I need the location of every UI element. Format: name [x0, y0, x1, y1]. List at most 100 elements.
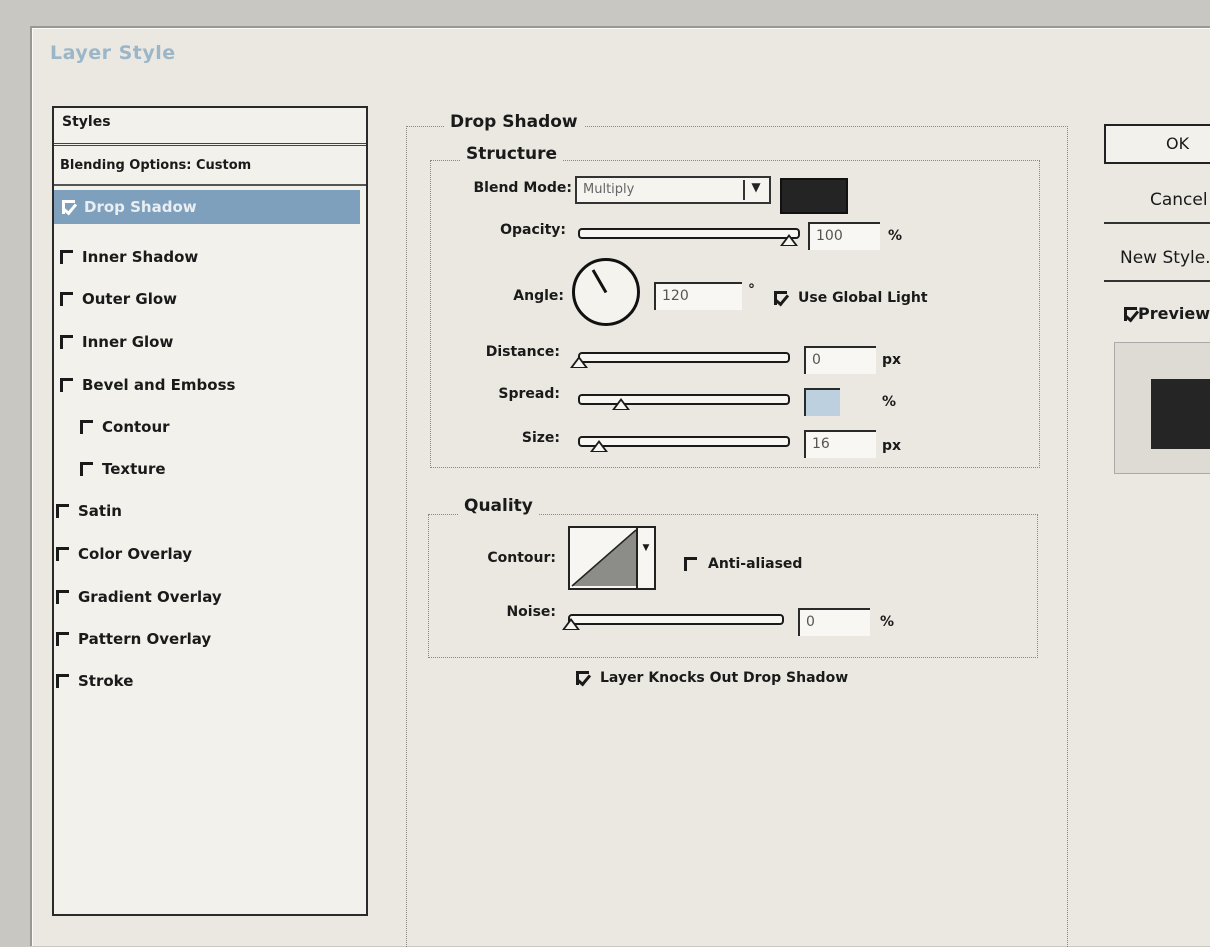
style-item-label: Bevel and Emboss: [82, 376, 236, 394]
opacity-input[interactable]: 100: [808, 222, 880, 250]
opacity-slider-thumb[interactable]: [780, 234, 798, 246]
use-global-light-checkbox[interactable]: Use Global Light: [773, 290, 928, 307]
spread-input[interactable]: [804, 388, 840, 416]
blend-mode-label: Blend Mode:: [473, 180, 573, 196]
style-item-bevel-and-emboss[interactable]: Bevel and Emboss: [60, 376, 235, 394]
style-item-drop-shadow[interactable]: Drop Shadow: [54, 190, 360, 224]
angle-input[interactable]: 120: [654, 282, 742, 310]
drop-shadow-title: Drop Shadow: [444, 112, 584, 132]
checkbox-drop-shadow[interactable]: [61, 199, 78, 216]
style-item-label: Gradient Overlay: [78, 588, 222, 606]
checkbox-color-overlay[interactable]: [56, 547, 70, 561]
layer-knocks-out-checkbox[interactable]: Layer Knocks Out Drop Shadow: [575, 670, 849, 687]
structure-group: [430, 160, 1040, 468]
size-label: Size:: [521, 430, 560, 446]
cancel-button[interactable]: Cancel: [1104, 190, 1210, 224]
style-item-label: Drop Shadow: [84, 198, 197, 216]
checkbox-inner-shadow[interactable]: [60, 250, 74, 264]
chevron-down-icon: ▼: [743, 180, 767, 200]
style-item-inner-shadow[interactable]: Inner Shadow: [60, 248, 198, 266]
blending-options-item[interactable]: Blending Options: Custom: [54, 146, 366, 186]
size-slider[interactable]: [578, 436, 790, 447]
quality-title: Quality: [458, 496, 539, 516]
preview-thumbnail: [1114, 342, 1210, 474]
size-unit: px: [882, 438, 902, 454]
style-item-inner-glow[interactable]: Inner Glow: [60, 333, 173, 351]
checkbox-outer-glow[interactable]: [60, 292, 74, 306]
layer-knocks-out-label: Layer Knocks Out Drop Shadow: [600, 670, 849, 686]
spread-slider[interactable]: [578, 394, 790, 405]
style-item-gradient-overlay[interactable]: Gradient Overlay: [56, 588, 222, 606]
shadow-color-swatch[interactable]: [780, 178, 848, 214]
style-item-label: Pattern Overlay: [78, 630, 212, 648]
checkbox-inner-glow[interactable]: [60, 335, 74, 349]
anti-aliased-label: Anti-aliased: [708, 556, 803, 572]
styles-header[interactable]: Styles: [54, 108, 366, 146]
use-global-light-label: Use Global Light: [798, 290, 928, 306]
angle-dial-hand: [591, 269, 608, 294]
style-item-label: Stroke: [78, 672, 134, 690]
new-style-button[interactable]: New Style...: [1104, 248, 1210, 282]
checkbox-texture[interactable]: [80, 462, 94, 476]
preview-check[interactable]: [1124, 306, 1140, 322]
distance-slider-thumb[interactable]: [570, 356, 588, 368]
opacity-slider[interactable]: [578, 228, 800, 239]
preview-checkbox[interactable]: Preview: [1124, 304, 1210, 323]
distance-label: Distance:: [485, 344, 560, 360]
style-item-stroke[interactable]: Stroke: [56, 672, 133, 690]
style-item-label: Color Overlay: [78, 545, 193, 563]
noise-slider-thumb[interactable]: [562, 618, 580, 630]
contour-picker[interactable]: ▼: [568, 526, 656, 590]
preview-label: Preview: [1137, 304, 1210, 323]
style-item-label: Satin: [78, 502, 122, 520]
opacity-unit: %: [888, 228, 903, 244]
size-slider-thumb[interactable]: [590, 440, 608, 452]
style-item-label: Contour: [102, 418, 170, 436]
noise-input[interactable]: 0: [798, 608, 870, 636]
contour-curve-icon: [571, 529, 637, 587]
style-item-label: Texture: [102, 460, 166, 478]
styles-list: Styles Blending Options: Custom Drop Sha…: [52, 106, 368, 916]
anti-aliased-check[interactable]: [684, 557, 698, 571]
checkbox-contour[interactable]: [80, 420, 94, 434]
style-item-satin[interactable]: Satin: [56, 502, 122, 520]
spread-label: Spread:: [498, 386, 560, 402]
angle-unit: °: [748, 282, 755, 298]
checkbox-stroke[interactable]: [56, 674, 70, 688]
ok-button[interactable]: OK: [1104, 124, 1210, 164]
chevron-down-icon: ▼: [636, 528, 654, 588]
quality-group: [428, 514, 1038, 658]
distance-unit: px: [882, 352, 902, 368]
anti-aliased-checkbox[interactable]: Anti-aliased: [684, 556, 802, 572]
checkbox-satin[interactable]: [56, 504, 70, 518]
noise-label: Noise:: [506, 604, 556, 620]
blend-mode-select[interactable]: Multiply ▼: [575, 176, 771, 204]
style-item-label: Inner Shadow: [82, 248, 199, 266]
distance-input[interactable]: 0: [804, 346, 876, 374]
style-item-label: Inner Glow: [82, 333, 174, 351]
style-item-label: Outer Glow: [82, 290, 178, 308]
layer-knocks-out-check[interactable]: [575, 670, 592, 687]
dialog-title: Layer Style: [50, 42, 176, 64]
distance-slider[interactable]: [578, 352, 790, 363]
spread-slider-thumb[interactable]: [612, 398, 630, 410]
style-item-color-overlay[interactable]: Color Overlay: [56, 545, 192, 563]
use-global-light-check[interactable]: [773, 290, 790, 307]
structure-title: Structure: [460, 144, 564, 164]
preview-swatch: [1151, 379, 1210, 449]
noise-slider[interactable]: [568, 614, 784, 625]
style-item-outer-glow[interactable]: Outer Glow: [60, 290, 177, 308]
size-input[interactable]: 16: [804, 430, 876, 458]
contour-label: Contour:: [487, 550, 556, 566]
checkbox-gradient-overlay[interactable]: [56, 590, 70, 604]
opacity-label: Opacity:: [500, 222, 566, 238]
noise-unit: %: [880, 614, 895, 630]
angle-dial[interactable]: [572, 258, 640, 326]
spread-unit: %: [882, 394, 897, 410]
style-item-pattern-overlay[interactable]: Pattern Overlay: [56, 630, 211, 648]
checkbox-bevel-and-emboss[interactable]: [60, 378, 74, 392]
style-item-contour[interactable]: Contour: [80, 418, 170, 436]
blend-mode-value: Multiply: [583, 182, 635, 197]
checkbox-pattern-overlay[interactable]: [56, 632, 70, 646]
style-item-texture[interactable]: Texture: [80, 460, 166, 478]
